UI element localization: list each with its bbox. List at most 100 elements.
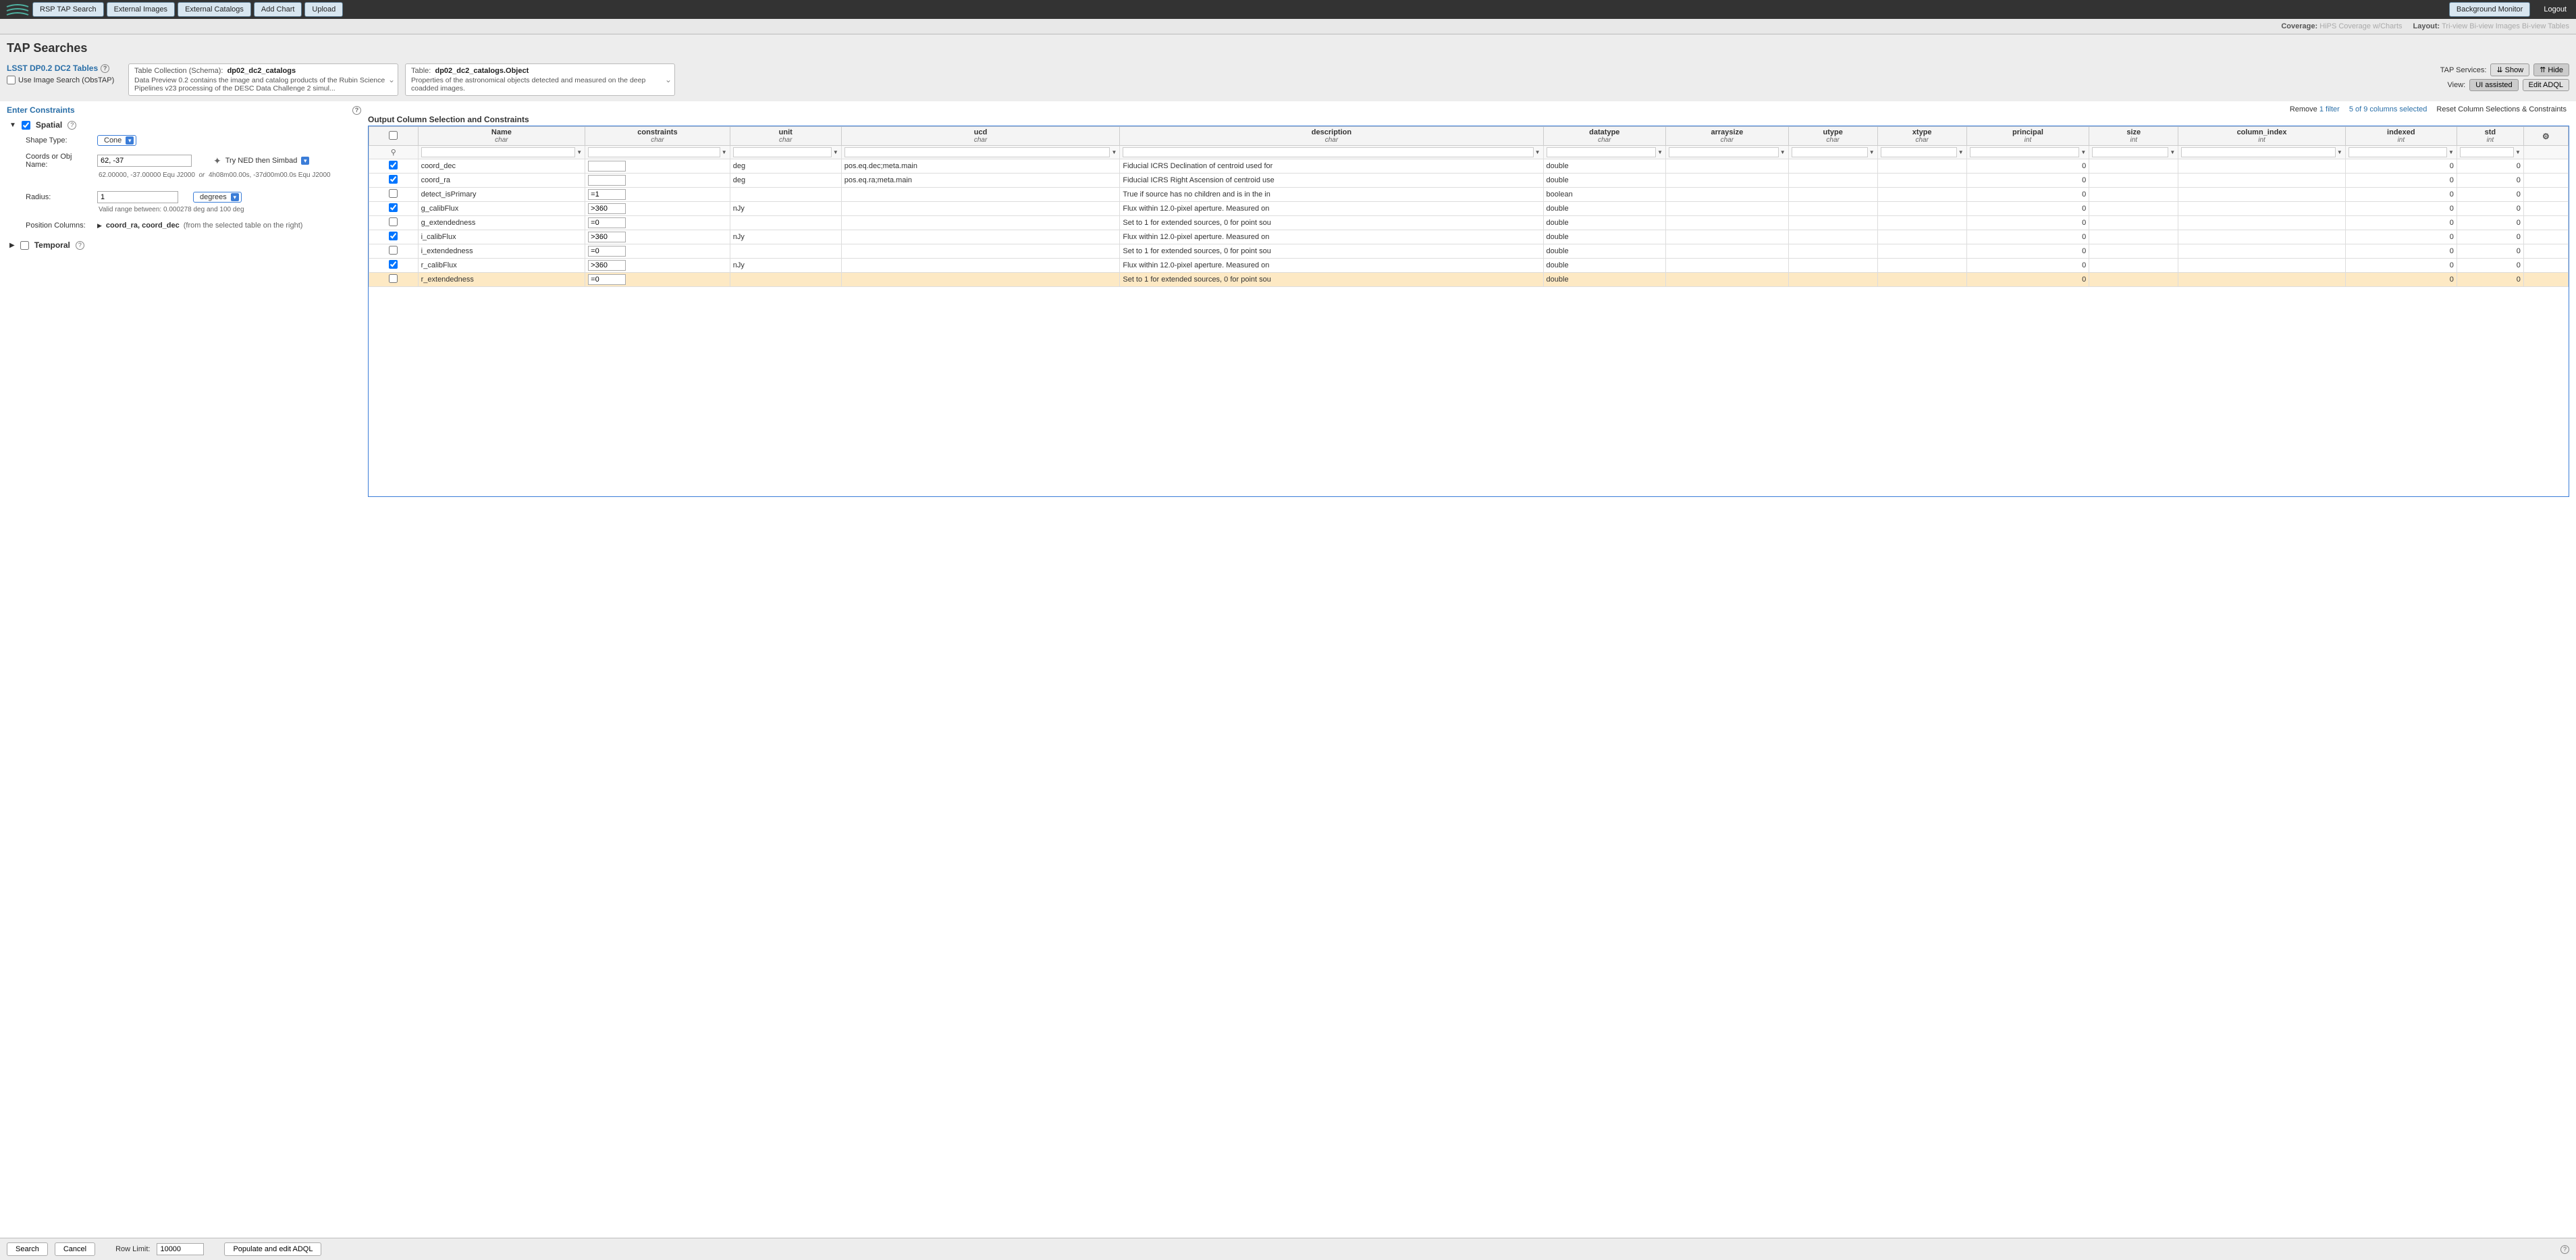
row-checkbox[interactable] (389, 189, 398, 198)
filter-input-xtype[interactable] (1881, 147, 1957, 157)
column-header-principal[interactable]: principalint (1966, 127, 2089, 146)
show-button[interactable]: ⇊Show (2490, 63, 2529, 76)
filter-input-std[interactable] (2460, 147, 2514, 157)
row-checkbox[interactable] (389, 217, 398, 226)
constraint-input[interactable] (588, 175, 626, 186)
filter-input-description[interactable] (1123, 147, 1533, 157)
table-row[interactable]: detect_isPrimary True if source has no c… (369, 188, 2569, 202)
filter-dropdown-icon[interactable]: ▼ (1656, 149, 1663, 155)
filter-dropdown-icon[interactable]: ▼ (1868, 149, 1875, 155)
layout-option[interactable]: Bi-view Tables (2522, 22, 2569, 30)
filter-dropdown-icon[interactable]: ▼ (2168, 149, 2175, 155)
constraint-input[interactable] (588, 246, 626, 257)
constraint-input[interactable] (588, 274, 626, 285)
filter-input-Name[interactable] (421, 147, 576, 157)
filter-dropdown-icon[interactable]: ▼ (2079, 149, 2086, 155)
filter-input-constraints[interactable] (588, 147, 720, 157)
table-row[interactable]: g_extendedness Set to 1 for extended sou… (369, 216, 2569, 230)
constraint-input[interactable] (588, 260, 626, 271)
cancel-button[interactable]: Cancel (55, 1242, 95, 1256)
rsp-tap-search-button[interactable]: RSP TAP Search (32, 2, 104, 17)
column-header-xtype[interactable]: xtypechar (1877, 127, 1966, 146)
logout-link[interactable]: Logout (2538, 5, 2572, 14)
filter-input-indexed[interactable] (2349, 147, 2447, 157)
filter-input-utype[interactable] (1792, 147, 1868, 157)
hide-button[interactable]: ⇈Hide (2533, 63, 2569, 76)
chevron-down-icon[interactable]: ⌄ (388, 75, 395, 84)
filter-dropdown-icon[interactable]: ▼ (2514, 149, 2521, 155)
table-row[interactable]: coord_dec deg pos.eq.dec;meta.main Fiduc… (369, 159, 2569, 174)
spatial-checkbox[interactable] (22, 121, 30, 130)
column-header-indexed[interactable]: indexedint (2345, 127, 2457, 146)
coverage-option[interactable]: Coverage w/Charts (2338, 22, 2402, 30)
table-row[interactable]: i_calibFlux nJy Flux within 12.0-pixel a… (369, 230, 2569, 244)
filter-dropdown-icon[interactable]: ▼ (832, 149, 838, 155)
populate-adql-button[interactable]: Populate and edit ADQL (224, 1242, 321, 1256)
filter-input-ucd[interactable] (844, 147, 1110, 157)
column-header-description[interactable]: descriptionchar (1120, 127, 1543, 146)
filter-input-principal[interactable] (1970, 147, 2080, 157)
help-icon[interactable]: ? (2560, 1245, 2569, 1254)
constraint-input[interactable] (588, 217, 626, 228)
ui-assisted-button[interactable]: UI assisted (2469, 79, 2518, 91)
filter-dropdown-icon[interactable]: ▼ (2447, 149, 2454, 155)
radius-input[interactable] (97, 191, 178, 203)
row-checkbox[interactable] (389, 246, 398, 255)
external-catalogs-button[interactable]: External Catalogs (178, 2, 251, 17)
table-row[interactable]: g_calibFlux nJy Flux within 12.0-pixel a… (369, 202, 2569, 216)
help-icon[interactable]: ? (352, 106, 361, 115)
rowlimit-input[interactable] (157, 1243, 204, 1255)
filter-input-datatype[interactable] (1547, 147, 1657, 157)
table-row[interactable]: i_extendedness Set to 1 for extended sou… (369, 244, 2569, 259)
help-icon[interactable]: ? (76, 241, 84, 250)
column-header-arraysize[interactable]: arraysizechar (1666, 127, 1789, 146)
remove-filter-link[interactable]: Remove 1 filter (2290, 105, 2340, 113)
select-all-checkbox[interactable] (389, 131, 398, 140)
table-row[interactable]: r_calibFlux nJy Flux within 12.0-pixel a… (369, 259, 2569, 273)
filter-input-column_index[interactable] (2181, 147, 2336, 157)
filter-dropdown-icon[interactable]: ▼ (575, 149, 582, 155)
row-checkbox[interactable] (389, 203, 398, 212)
ned-simbad-select[interactable]: ▾ (301, 157, 309, 165)
columns-selected-link[interactable]: 5 of 9 columns selected (2349, 105, 2427, 113)
constraint-input[interactable] (588, 232, 626, 242)
constraint-input[interactable] (588, 161, 626, 172)
filter-dropdown-icon[interactable]: ▼ (2336, 149, 2342, 155)
column-header-ucd[interactable]: ucdchar (841, 127, 1120, 146)
row-checkbox[interactable] (389, 274, 398, 283)
column-header-std[interactable]: stdint (2457, 127, 2523, 146)
column-header-column_index[interactable]: column_indexint (2178, 127, 2346, 146)
position-columns-expand[interactable]: ▶ (97, 222, 102, 230)
filter-dropdown-icon[interactable]: ▼ (1779, 149, 1786, 155)
edit-adql-button[interactable]: Edit ADQL (2523, 79, 2569, 91)
table-row[interactable]: coord_ra deg pos.eq.ra;meta.main Fiducia… (369, 174, 2569, 188)
column-header-datatype[interactable]: datatypechar (1543, 127, 1666, 146)
table-row[interactable]: r_extendedness Set to 1 for extended sou… (369, 273, 2569, 287)
column-header-Name[interactable]: Namechar (418, 127, 585, 146)
constraint-input[interactable] (588, 203, 626, 214)
filter-dropdown-icon[interactable]: ▼ (720, 149, 727, 155)
chevron-down-icon[interactable]: ⌄ (665, 75, 672, 84)
layout-option[interactable]: Tri-view (2442, 22, 2467, 30)
table-collection-select[interactable]: Table Collection (Schema): dp02_dc2_cata… (128, 63, 398, 96)
radius-unit-select[interactable]: degrees▾ (193, 192, 242, 203)
filter-dropdown-icon[interactable]: ▼ (1110, 149, 1117, 155)
search-button[interactable]: Search (7, 1242, 48, 1256)
coords-input[interactable] (97, 155, 192, 167)
background-monitor-button[interactable]: Background Monitor (2449, 2, 2530, 17)
shape-type-select[interactable]: Cone▾ (97, 135, 136, 146)
gear-icon[interactable]: ⚙ (2542, 132, 2550, 141)
filter-icon[interactable]: ⚲ (391, 149, 396, 157)
upload-button[interactable]: Upload (304, 2, 343, 17)
filter-input-unit[interactable] (733, 147, 832, 157)
table-select[interactable]: Table: dp02_dc2_catalogs.Object Properti… (405, 63, 675, 96)
constraint-input[interactable] (588, 189, 626, 200)
reset-link[interactable]: Reset Column Selections & Constraints (2436, 105, 2567, 113)
column-header-constraints[interactable]: constraintschar (585, 127, 730, 146)
filter-dropdown-icon[interactable]: ▼ (1534, 149, 1540, 155)
column-header-size[interactable]: sizeint (2089, 127, 2178, 146)
row-checkbox[interactable] (389, 260, 398, 269)
coverage-option[interactable]: HiPS (2319, 22, 2336, 30)
layout-option[interactable]: Bi-view Images (2469, 22, 2520, 30)
add-chart-button[interactable]: Add Chart (254, 2, 302, 17)
